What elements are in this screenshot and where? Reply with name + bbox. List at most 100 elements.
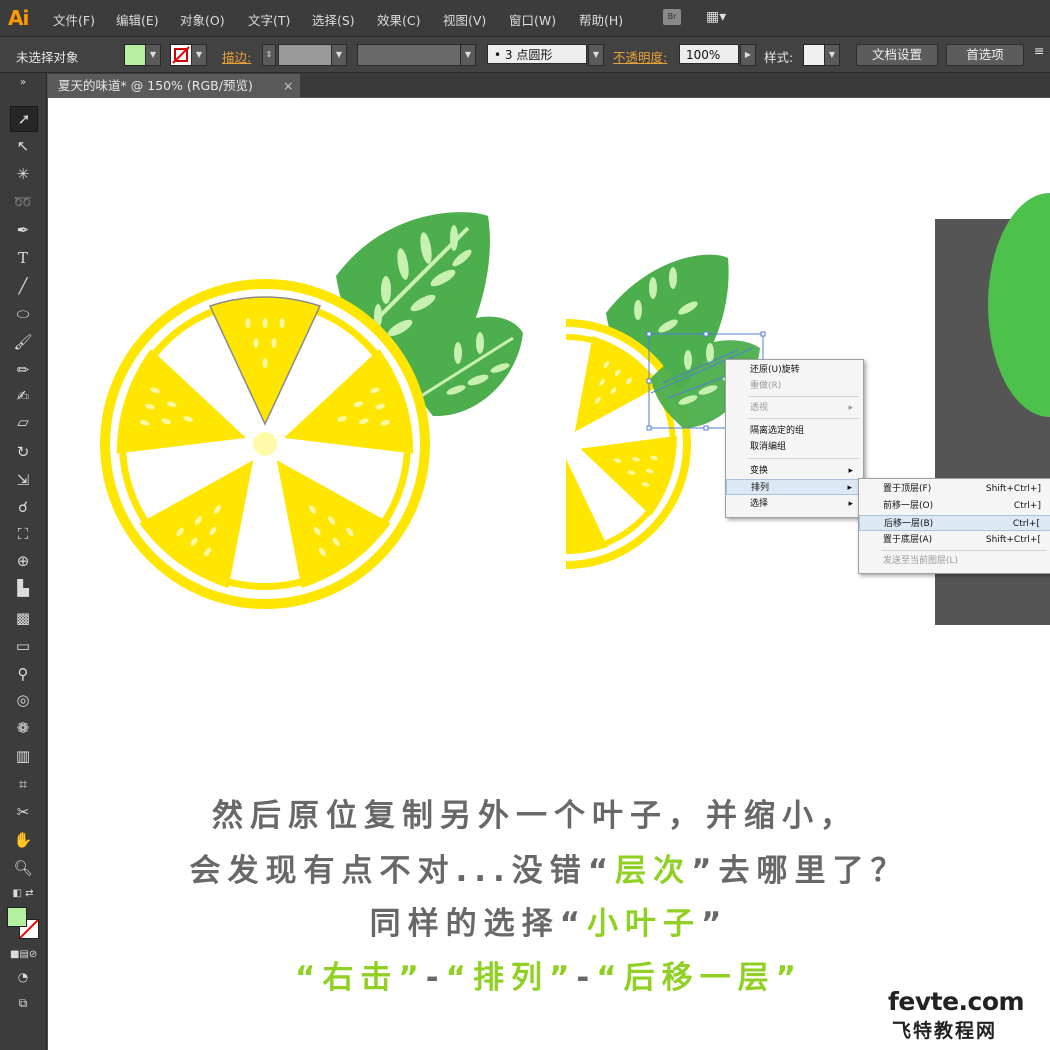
watermark-name: 飞特教程网 <box>892 1020 998 1042</box>
style-dropdown-icon[interactable]: ▼ <box>824 44 840 66</box>
direct-selection-tool-icon[interactable]: ↖ <box>10 134 36 158</box>
zoom-tool-icon[interactable]: 🔍︎ <box>10 856 36 880</box>
color-mode-icons[interactable]: ■▤⊘ <box>10 943 37 967</box>
variable-width-field[interactable] <box>357 44 461 66</box>
menu-select[interactable]: 选择(S) <box>312 10 355 29</box>
scale-tool-icon[interactable]: ⇲ <box>10 468 36 492</box>
menu-view[interactable]: 视图(V) <box>443 10 486 29</box>
gradient-tool-icon[interactable]: ▭ <box>10 634 36 658</box>
blob-brush-tool-icon[interactable]: ✍ <box>10 384 36 408</box>
fill-swatch[interactable] <box>124 44 146 66</box>
context-item-arrange[interactable]: 排列 ▸ <box>726 479 863 495</box>
shape-builder-tool-icon[interactable]: ⊕ <box>10 549 36 573</box>
screen-mode-icon[interactable]: ⧉ <box>10 991 36 1015</box>
arrange-bring-to-front[interactable]: 置于顶层(F) Shift+Ctrl+] <box>859 481 1050 497</box>
stroke-label[interactable]: 描边: <box>222 47 251 66</box>
eraser-tool-icon[interactable]: ▱ <box>10 410 36 434</box>
submenu-arrow-icon: ▸ <box>847 483 852 493</box>
menu-effect[interactable]: 效果(C) <box>377 10 420 29</box>
mesh-tool-icon[interactable]: ▩ <box>10 606 36 630</box>
brush-dot-icon: • <box>494 48 505 62</box>
perspective-grid-tool-icon[interactable]: ▙ <box>10 576 36 600</box>
stroke-weight-field[interactable] <box>278 44 332 66</box>
line-tool-icon[interactable]: ╱ <box>10 274 36 298</box>
blend-tool-icon[interactable]: ◎ <box>10 688 36 712</box>
rotate-tool-icon[interactable]: ↻ <box>10 440 36 464</box>
document-setup-button[interactable]: 文档设置 <box>856 44 938 66</box>
context-item-transform[interactable]: 变换 ▸ <box>726 463 863 479</box>
selection-tool-icon[interactable]: ➚ <box>10 106 38 132</box>
fill-stroke-indicator[interactable] <box>7 907 41 941</box>
document-tab[interactable]: 夏天的味道* @ 150% (RGB/预览) × <box>48 74 300 98</box>
context-item-perspective[interactable]: 透视 ▸ <box>726 400 863 416</box>
preferences-button[interactable]: 首选项 <box>946 44 1024 66</box>
caption-line-1: 然后原位复制另外一个叶子，并缩小， <box>212 798 858 834</box>
fill-box <box>7 907 27 927</box>
menu-window[interactable]: 窗口(W) <box>509 10 556 29</box>
workspace-switcher-icon[interactable]: ▦▾ <box>706 9 736 25</box>
selection-status: 未选择对象 <box>16 50 79 65</box>
stroke-swatch[interactable] <box>170 44 192 66</box>
app-logo: Ai <box>8 6 29 30</box>
tools-panel: » ➚ ↖ ✳ ➿ ✒ T ╱ ⬭ 🖌︎ ✏ ✍ ▱ ↻ ⇲ ☌ ⛶ ⊕ ▙ ▩… <box>0 73 47 1050</box>
arrange-bring-forward[interactable]: 前移一层(O) Ctrl+] <box>859 498 1050 514</box>
no-stroke-icon <box>172 46 190 64</box>
menu-help[interactable]: 帮助(H) <box>579 10 623 29</box>
arrange-send-to-back[interactable]: 置于底层(A) Shift+Ctrl+[ <box>859 532 1050 548</box>
pen-tool-icon[interactable]: ✒ <box>10 218 36 242</box>
brush-field[interactable]: • 3 点圆形 <box>487 44 587 64</box>
brush-dropdown-icon[interactable]: ▼ <box>588 44 604 66</box>
menu-edit[interactable]: 编辑(E) <box>116 10 159 29</box>
panel-menu-icon[interactable]: ≡ <box>1034 43 1044 58</box>
stroke-weight-stepper[interactable]: ⇕ <box>262 44 276 66</box>
submenu-arrow-icon: ▸ <box>848 403 853 413</box>
menu-object[interactable]: 对象(O) <box>180 10 225 29</box>
fill-dropdown-icon[interactable]: ▼ <box>145 44 161 66</box>
context-item-select[interactable]: 选择 ▸ <box>726 496 863 512</box>
collapse-panel-icon[interactable]: » <box>10 76 36 90</box>
pencil-tool-icon[interactable]: ✏ <box>10 358 36 382</box>
default-colors-icon[interactable]: ◧ ⇄ <box>10 882 36 906</box>
drawing-mode-icon[interactable]: ◔ <box>10 965 36 989</box>
separator <box>748 396 859 397</box>
watermark-url: fevte.com <box>888 987 1025 1016</box>
close-tab-icon[interactable]: × <box>283 74 293 98</box>
stroke-dropdown-icon[interactable]: ▼ <box>191 44 207 66</box>
caption-line-3: 同样的选择“小叶子” <box>369 906 729 942</box>
menu-type[interactable]: 文字(T) <box>248 10 290 29</box>
stroke-weight-dropdown-icon[interactable]: ▼ <box>331 44 347 66</box>
arrange-send-backward[interactable]: 后移一层(B) Ctrl+[ <box>859 515 1050 531</box>
style-swatch[interactable] <box>803 44 825 66</box>
opacity-field[interactable]: 100% <box>679 44 739 64</box>
type-tool-icon[interactable]: T <box>10 246 36 270</box>
column-graph-tool-icon[interactable]: ▥ <box>10 744 36 768</box>
lasso-tool-icon[interactable]: ➿ <box>10 190 36 214</box>
cropped-lemon <box>566 254 766 569</box>
context-item-redo[interactable]: 重做(R) <box>726 378 863 394</box>
control-bar: 未选择对象 ▼ ▼ 描边: ⇕ ▼ ▼ • 3 点圆形 ▼ 不透明度: 100%… <box>0 37 1050 73</box>
menu-bar: Ai 文件(F) 编辑(E) 对象(O) 文字(T) 选择(S) 效果(C) 视… <box>0 0 1050 37</box>
submenu-arrow-icon: ▸ <box>848 499 853 509</box>
opacity-label[interactable]: 不透明度: <box>613 47 667 66</box>
ellipse-tool-icon[interactable]: ⬭ <box>10 302 36 326</box>
bridge-button[interactable]: Br <box>663 9 681 25</box>
style-label: 样式: <box>764 50 794 65</box>
magic-wand-tool-icon[interactable]: ✳ <box>10 162 36 186</box>
submenu-arrow-icon: ▸ <box>848 466 853 476</box>
opacity-dropdown-icon[interactable]: ▶ <box>740 44 756 66</box>
paintbrush-tool-icon[interactable]: 🖌︎ <box>10 330 36 354</box>
warp-tool-icon[interactable]: ☌ <box>10 495 36 519</box>
arrange-submenu: 置于顶层(F) Shift+Ctrl+] 前移一层(O) Ctrl+] 后移一层(B… <box>858 478 1050 574</box>
eyedropper-tool-icon[interactable]: ⚲ <box>10 662 36 686</box>
separator <box>748 418 859 419</box>
menu-file[interactable]: 文件(F) <box>53 10 95 29</box>
lemon-slice <box>100 279 430 609</box>
context-menu: 还原(U)旋转 重做(R) 透视 ▸ 隔离选定的组 取消编组 变换 ▸ 排列 ▸ 选择… <box>725 359 864 518</box>
context-item-ungroup[interactable]: 取消编组 <box>726 439 863 455</box>
symbol-sprayer-tool-icon[interactable]: ❁ <box>10 716 36 740</box>
free-transform-tool-icon[interactable]: ⛶ <box>10 522 36 546</box>
variable-width-dropdown-icon[interactable]: ▼ <box>460 44 476 66</box>
context-item-undo-rotate[interactable]: 还原(U)旋转 <box>726 362 863 378</box>
arrange-send-to-current-layer[interactable]: 发送至当前图层(L) <box>859 553 1050 569</box>
context-item-isolate-group[interactable]: 隔离选定的组 <box>726 423 863 439</box>
